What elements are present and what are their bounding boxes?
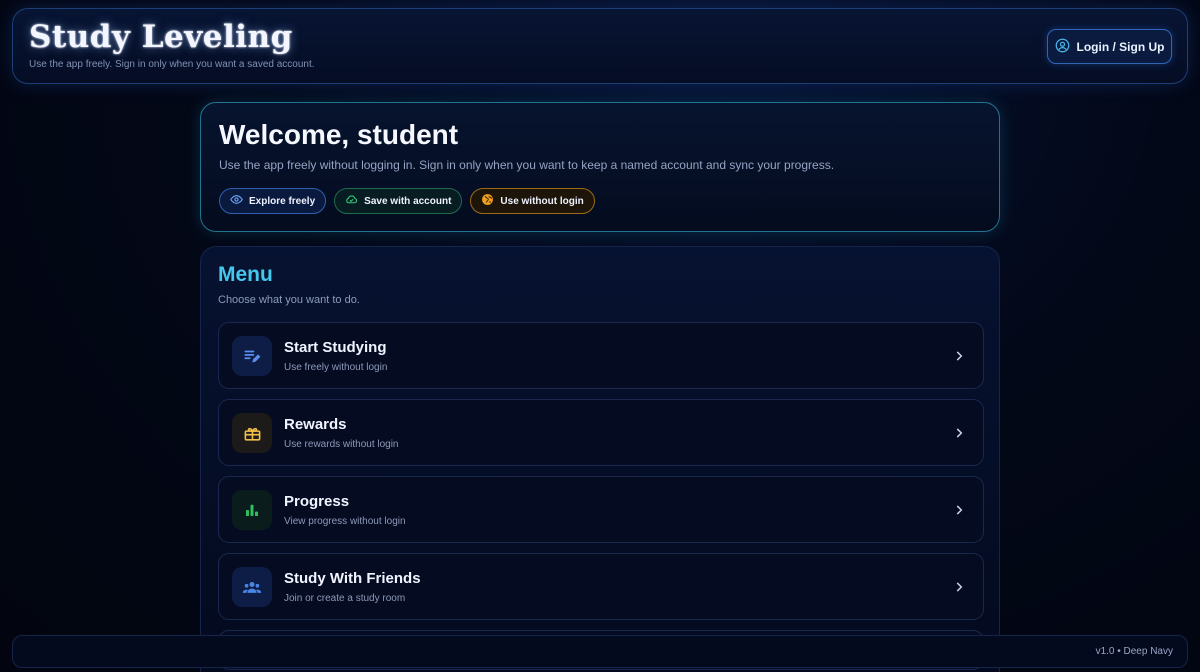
chevron-right-icon — [956, 428, 963, 438]
menu-item-subtitle: Join or create a study room — [284, 593, 406, 604]
brand-title: Study Leveling — [29, 19, 293, 55]
welcome-pills: Explore freely Save with account Use wit… — [219, 188, 595, 214]
use-without-login-pill[interactable]: Use without login — [470, 188, 595, 214]
cloud-icon — [345, 193, 358, 209]
app-header: Study Leveling Use the app freely. Sign … — [12, 8, 1188, 84]
bar-chart-icon — [232, 490, 272, 530]
menu-item-title: Progress — [284, 493, 350, 510]
menu-item-subtitle: Use rewards without login — [284, 439, 399, 450]
menu-item-title: Study With Friends — [284, 570, 421, 587]
use-without-login-label: Use without login — [500, 195, 584, 207]
edit-notes-icon — [232, 336, 272, 376]
welcome-title: Welcome, student — [219, 119, 459, 150]
login-signup-label: Login / Sign Up — [1076, 39, 1165, 54]
welcome-card: Welcome, student Use the app freely with… — [200, 102, 1000, 232]
gift-icon — [232, 413, 272, 453]
menu-item-subtitle: View progress without login — [284, 516, 406, 527]
menu-item-study-with-friends[interactable]: Study With Friends Join or create a stud… — [218, 553, 984, 620]
eye-icon — [230, 193, 243, 209]
save-with-account-label: Save with account — [364, 195, 452, 207]
menu-panel: Menu Choose what you want to do. Start S… — [200, 246, 1000, 672]
group-icon — [232, 567, 272, 607]
version-label: v1.0 • Deep Navy — [1095, 646, 1173, 657]
menu-item-rewards[interactable]: Rewards Use rewards without login — [218, 399, 984, 466]
globe-icon — [481, 193, 494, 209]
explore-freely-label: Explore freely — [249, 195, 316, 207]
explore-freely-pill[interactable]: Explore freely — [219, 188, 327, 214]
brand-subtitle: Use the app freely. Sign in only when yo… — [29, 59, 315, 70]
chevron-right-icon — [956, 582, 963, 592]
menu-item-progress[interactable]: Progress View progress without login — [218, 476, 984, 543]
login-signup-button[interactable]: Login / Sign Up — [1047, 29, 1172, 64]
menu-item-title: Start Studying — [284, 339, 387, 356]
chevron-right-icon — [956, 351, 963, 361]
app-footer: v1.0 • Deep Navy — [12, 635, 1188, 668]
account-circle-icon — [1055, 38, 1070, 56]
menu-item-subtitle: Use freely without login — [284, 362, 388, 373]
welcome-subtitle: Use the app freely without logging in. S… — [219, 158, 835, 172]
menu-title: Menu — [218, 263, 273, 286]
save-with-account-pill[interactable]: Save with account — [334, 188, 463, 214]
menu-item-start-studying[interactable]: Start Studying Use freely without login — [218, 322, 984, 389]
menu-subtitle: Choose what you want to do. — [218, 294, 360, 306]
chevron-right-icon — [956, 505, 963, 515]
menu-item-title: Rewards — [284, 416, 347, 433]
